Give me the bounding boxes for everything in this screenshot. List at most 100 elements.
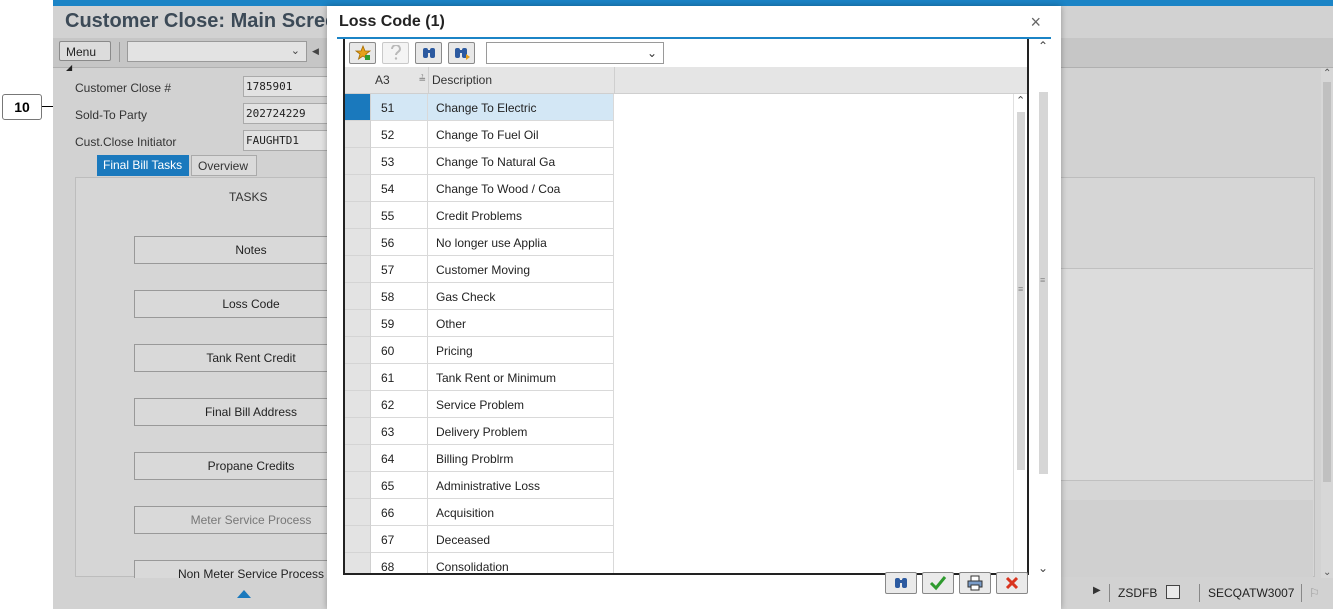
row-selector[interactable] [345, 256, 371, 283]
chevron-down-icon[interactable]: ⌄ [1038, 561, 1048, 575]
arrow-left-icon[interactable]: ◀ [312, 46, 319, 57]
scrollbar-thumb[interactable] [1323, 82, 1331, 482]
cancel-button[interactable] [996, 572, 1028, 594]
row-selector[interactable] [345, 553, 371, 573]
cell-code[interactable]: 59 [371, 310, 428, 337]
table-row[interactable]: 54 Change To Wood / Coa [345, 175, 1013, 202]
table-row[interactable]: 52 Change To Fuel Oil [345, 121, 1013, 148]
field-customer-close[interactable]: 1785901 [243, 76, 333, 97]
table-row[interactable]: 57 Customer Moving [345, 256, 1013, 283]
cell-description[interactable]: Customer Moving [428, 256, 614, 283]
flag-icon[interactable]: ⚐ [1309, 586, 1320, 600]
grid-vertical-scrollbar[interactable]: ⌃ ≡ [1013, 94, 1027, 573]
find-button[interactable] [885, 572, 917, 594]
table-row[interactable]: 59 Other [345, 310, 1013, 337]
cell-description[interactable]: No longer use Applia [428, 229, 614, 256]
cell-description[interactable]: Service Problem [428, 391, 614, 418]
table-row[interactable]: 53 Change To Natural Ga [345, 148, 1013, 175]
row-selector[interactable] [345, 148, 371, 175]
cell-description[interactable]: Acquisition [428, 499, 614, 526]
tab-overview[interactable]: Overview [191, 155, 257, 176]
row-selector[interactable] [345, 526, 371, 553]
dialog-vertical-scrollbar[interactable]: ⌃ ≡ ⌄ [1035, 39, 1051, 575]
command-field[interactable]: ⌄ [127, 41, 307, 62]
cell-description[interactable]: Change To Natural Ga [428, 148, 614, 175]
table-row[interactable]: 51 Change To Electric [345, 94, 1013, 121]
cell-description[interactable]: Credit Problems [428, 202, 614, 229]
row-selector[interactable] [345, 202, 371, 229]
column-header-a3[interactable]: A3 ≟ [371, 67, 428, 93]
table-row[interactable]: 56 No longer use Applia [345, 229, 1013, 256]
field-initiator[interactable]: FAUGHTD1 [243, 130, 333, 151]
table-row[interactable]: 67 Deceased [345, 526, 1013, 553]
favorite-add-icon[interactable] [349, 42, 376, 64]
play-icon[interactable]: ▶ [1093, 585, 1101, 596]
cell-description[interactable]: Tank Rent or Minimum [428, 364, 614, 391]
table-row[interactable]: 61 Tank Rent or Minimum [345, 364, 1013, 391]
table-row[interactable]: 60 Pricing [345, 337, 1013, 364]
cell-code[interactable]: 64 [371, 445, 428, 472]
print-button[interactable] [959, 572, 991, 594]
cell-code[interactable]: 65 [371, 472, 428, 499]
cell-code[interactable]: 67 [371, 526, 428, 553]
table-row[interactable]: 58 Gas Check [345, 283, 1013, 310]
row-selector[interactable] [345, 229, 371, 256]
cell-code[interactable]: 52 [371, 121, 428, 148]
row-selector[interactable] [345, 283, 371, 310]
tab-final-bill-tasks[interactable]: Final Bill Tasks [97, 155, 189, 176]
cell-description[interactable]: Administrative Loss [428, 472, 614, 499]
cell-code[interactable]: 58 [371, 283, 428, 310]
cell-code[interactable]: 55 [371, 202, 428, 229]
cell-code[interactable]: 53 [371, 148, 428, 175]
cell-description[interactable]: Change To Electric [428, 94, 614, 121]
cell-code[interactable]: 68 [371, 553, 428, 573]
close-icon[interactable]: × [1030, 12, 1041, 33]
cell-description[interactable]: Deceased [428, 526, 614, 553]
chevron-up-icon[interactable]: ⌃ [1038, 39, 1048, 53]
confirm-button[interactable] [922, 572, 954, 594]
table-row[interactable]: 64 Billing Problrm [345, 445, 1013, 472]
cell-code[interactable]: 57 [371, 256, 428, 283]
row-selector[interactable] [345, 310, 371, 337]
main-vertical-scrollbar[interactable]: ⌃ ⌄ [1321, 68, 1333, 578]
row-selector[interactable] [345, 418, 371, 445]
chevron-up-icon[interactable]: ⌃ [1323, 68, 1331, 79]
table-row[interactable]: 63 Delivery Problem [345, 418, 1013, 445]
row-selector[interactable] [345, 391, 371, 418]
menu-button[interactable]: Menu ◢ [59, 41, 111, 72]
collapse-up-icon[interactable] [237, 590, 251, 598]
row-selector[interactable] [345, 499, 371, 526]
cell-description[interactable]: Change To Wood / Coa [428, 175, 614, 202]
table-row[interactable]: 55 Credit Problems [345, 202, 1013, 229]
row-selector[interactable] [345, 472, 371, 499]
cell-code[interactable]: 66 [371, 499, 428, 526]
cell-description[interactable]: Gas Check [428, 283, 614, 310]
cell-code[interactable]: 54 [371, 175, 428, 202]
field-sold-to[interactable]: 202724229 [243, 103, 333, 124]
table-row[interactable]: 66 Acquisition [345, 499, 1013, 526]
system-info-icon[interactable] [1166, 585, 1180, 599]
table-row[interactable]: 65 Administrative Loss [345, 472, 1013, 499]
row-selector[interactable] [345, 364, 371, 391]
find-next-icon[interactable] [448, 42, 475, 64]
cell-code[interactable]: 56 [371, 229, 428, 256]
cell-code[interactable]: 60 [371, 337, 428, 364]
row-selector[interactable] [345, 445, 371, 472]
layout-select[interactable]: ⌄ [486, 42, 664, 64]
find-icon[interactable] [415, 42, 442, 64]
cell-description[interactable]: Pricing [428, 337, 614, 364]
chevron-down-icon[interactable]: ⌄ [1323, 567, 1331, 578]
cell-code[interactable]: 51 [371, 94, 428, 121]
row-selector[interactable] [345, 94, 371, 121]
cell-description[interactable]: Consolidation [428, 553, 614, 573]
cell-code[interactable]: 63 [371, 418, 428, 445]
cell-description[interactable]: Other [428, 310, 614, 337]
cell-description[interactable]: Billing Problrm [428, 445, 614, 472]
cell-code[interactable]: 61 [371, 364, 428, 391]
cell-description[interactable]: Delivery Problem [428, 418, 614, 445]
column-header-description[interactable]: Description [428, 67, 614, 93]
table-row[interactable]: 62 Service Problem [345, 391, 1013, 418]
chevron-up-icon[interactable]: ⌃ [1016, 94, 1025, 107]
row-selector[interactable] [345, 175, 371, 202]
cell-description[interactable]: Change To Fuel Oil [428, 121, 614, 148]
